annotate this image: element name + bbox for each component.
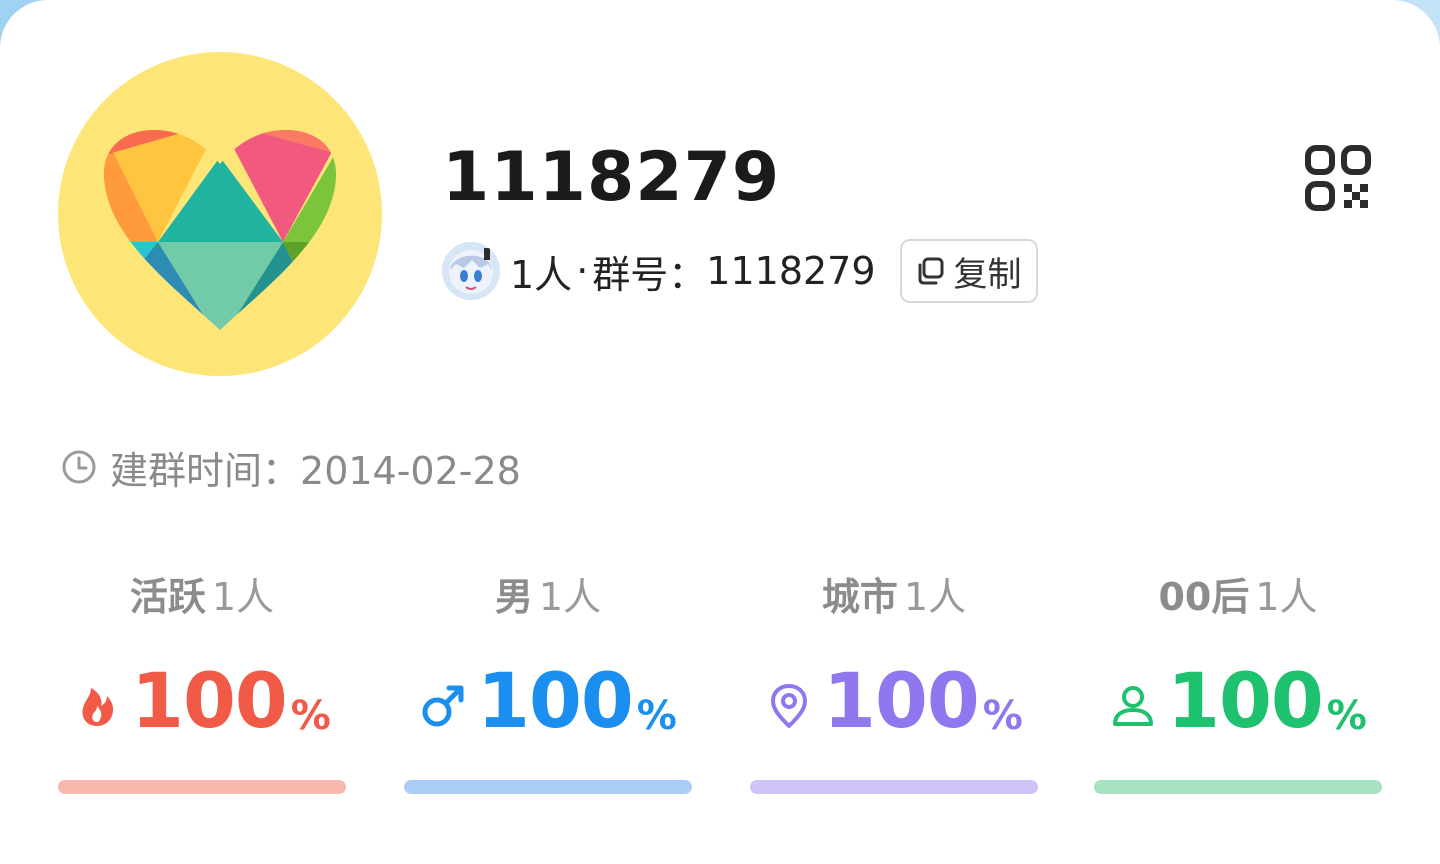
created-time-row: 建群时间：2014-02-28: [60, 440, 521, 494]
stat-gen00-value: 100%: [1094, 658, 1382, 744]
copy-icon: [918, 257, 944, 285]
anime-avatar-icon: [442, 242, 500, 300]
group-name: 1118279: [442, 138, 781, 217]
stat-active-bar: [58, 780, 346, 794]
stat-active-head: 活跃 1人: [58, 566, 346, 628]
stat-gen00-number: 100: [1167, 656, 1324, 745]
group-number: 1118279: [706, 249, 876, 293]
stat-gen00-title: 00后: [1158, 575, 1250, 619]
stat-active-title: 活跃: [129, 575, 206, 619]
qr-code-icon: [1305, 145, 1371, 211]
copy-button[interactable]: 复制: [899, 239, 1038, 303]
group-number-prefix: 群号：: [592, 252, 707, 297]
member-stats: 活跃 1人 100% 男 1人 100% 城市 1人 100 % 00后 1人 …: [58, 566, 1382, 806]
stat-male-title: 男: [494, 575, 533, 619]
qr-code-button[interactable]: [1300, 140, 1376, 216]
person-icon: [1113, 686, 1154, 726]
stat-gen00-count: 1人: [1255, 575, 1318, 619]
member-count: 1人: [510, 252, 573, 297]
stat-male-head: 男 1人: [404, 566, 692, 628]
stat-active-number: 100: [131, 656, 288, 745]
group-meta-row: 1人 · 群号： 1118279 复制: [442, 238, 1038, 304]
stat-city-head: 城市 1人: [750, 566, 1038, 628]
stat-male-bar: [404, 780, 692, 794]
stat-gen00-head: 00后 1人: [1094, 566, 1382, 628]
stat-active[interactable]: 活跃 1人 100%: [58, 566, 346, 806]
stat-active-value: 100%: [58, 658, 346, 744]
meta-separator: ·: [576, 249, 589, 293]
group-avatar[interactable]: [58, 52, 382, 376]
created-time-label: 建群时间：2014-02-28: [110, 440, 521, 495]
stat-active-count: 1人: [211, 575, 275, 619]
location-pin-icon: [771, 684, 808, 728]
clock-icon: [62, 450, 96, 484]
stat-city-number: 100: [823, 656, 980, 745]
stat-male-number: 100: [477, 656, 634, 745]
stat-gen00-unit: %: [1326, 693, 1367, 739]
stat-city[interactable]: 城市 1人 100%: [750, 566, 1038, 806]
stat-male-count: 1人: [538, 575, 602, 619]
stat-city-unit: %: [982, 693, 1023, 739]
rainbow-heart-icon: [103, 130, 337, 330]
copy-label: 复制: [953, 254, 1022, 295]
stat-active-unit: %: [290, 693, 331, 739]
member-avatar[interactable]: [442, 242, 500, 300]
flame-icon: [82, 688, 114, 726]
stat-city-bar: [750, 780, 1038, 794]
stat-city-value: 100%: [750, 658, 1038, 744]
group-info-card: 1118279 1人 · 群号： 1118279 复制 建群时间：2014-02…: [0, 0, 1440, 864]
stat-gen00-bar: [1094, 780, 1382, 794]
created-prefix: 建群时间：: [110, 448, 301, 493]
stat-male-value: 100%: [404, 658, 692, 744]
stat-male[interactable]: 男 1人 100%: [404, 566, 692, 806]
stat-city-count: 1人: [903, 575, 967, 619]
stat-city-title: 城市: [821, 575, 898, 619]
created-date: 2014-02-28: [300, 448, 521, 493]
stat-male-unit: %: [636, 693, 677, 739]
male-icon: [422, 685, 464, 727]
stat-gen00[interactable]: 00后 1人 100%: [1094, 566, 1382, 806]
